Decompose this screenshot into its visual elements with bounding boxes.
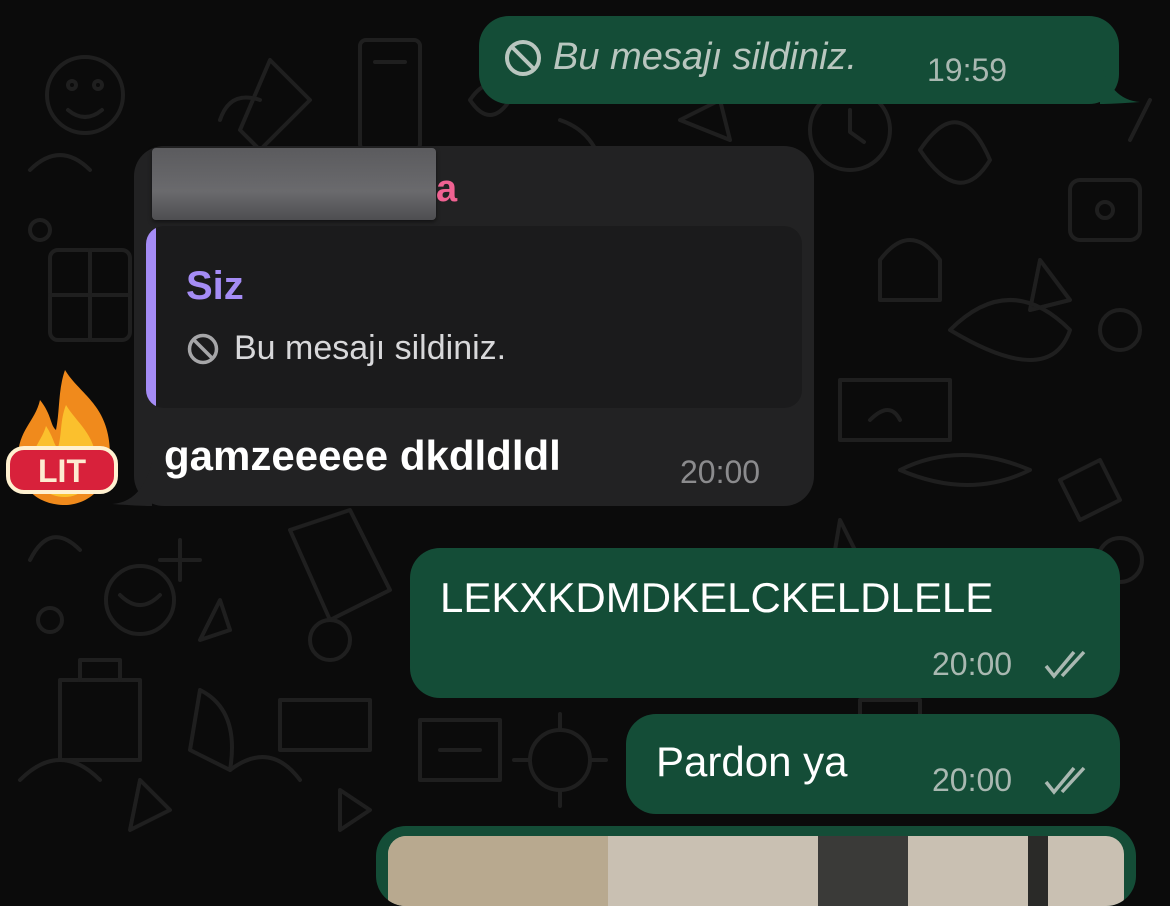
message-time: 19:59 bbox=[927, 52, 1008, 88]
deleted-message-text: Bu mesajı sildiniz. bbox=[553, 36, 858, 78]
quote-text: Bu mesajı sildiniz. bbox=[234, 329, 507, 367]
read-double-check-icon bbox=[1044, 650, 1086, 679]
incoming-message-bubble[interactable]: a Siz Bu mesajı sildiniz. gamzeeeee dkdl… bbox=[134, 146, 814, 506]
message-text: Pardon ya bbox=[656, 738, 848, 785]
message-text: gamzeeeee dkdldldl bbox=[164, 432, 561, 479]
quote-author: Siz bbox=[186, 264, 244, 308]
message-time: 20:00 bbox=[932, 646, 1013, 682]
message-time: 20:00 bbox=[680, 454, 761, 490]
sender-name: a bbox=[436, 168, 458, 210]
redacted-sender-name bbox=[152, 148, 436, 220]
deleted-message-bubble[interactable]: Bu mesajı sildiniz. 19:59 bbox=[479, 16, 1119, 104]
photo-thumbnail[interactable] bbox=[388, 836, 1124, 906]
quoted-reply[interactable]: Siz Bu mesajı sildiniz. bbox=[146, 226, 802, 408]
quote-accent-bar bbox=[146, 226, 156, 408]
message-text: LEKXKDMDKELCKELDLELE bbox=[440, 574, 994, 621]
prohibited-icon bbox=[505, 40, 541, 76]
outgoing-message-bubble[interactable]: Pardon ya 20:00 bbox=[626, 714, 1120, 814]
message-time: 20:00 bbox=[932, 762, 1013, 798]
outgoing-message-bubble[interactable]: LEKXKDMDKELCKELDLELE 20:00 bbox=[410, 548, 1120, 698]
read-double-check-icon bbox=[1044, 766, 1086, 795]
bubble-tail bbox=[1100, 60, 1140, 104]
prohibited-icon bbox=[187, 333, 219, 365]
outgoing-photo-message[interactable] bbox=[376, 826, 1136, 906]
sticker-label: LIT bbox=[38, 453, 86, 489]
fire-lit-sticker[interactable]: LIT bbox=[0, 360, 130, 510]
